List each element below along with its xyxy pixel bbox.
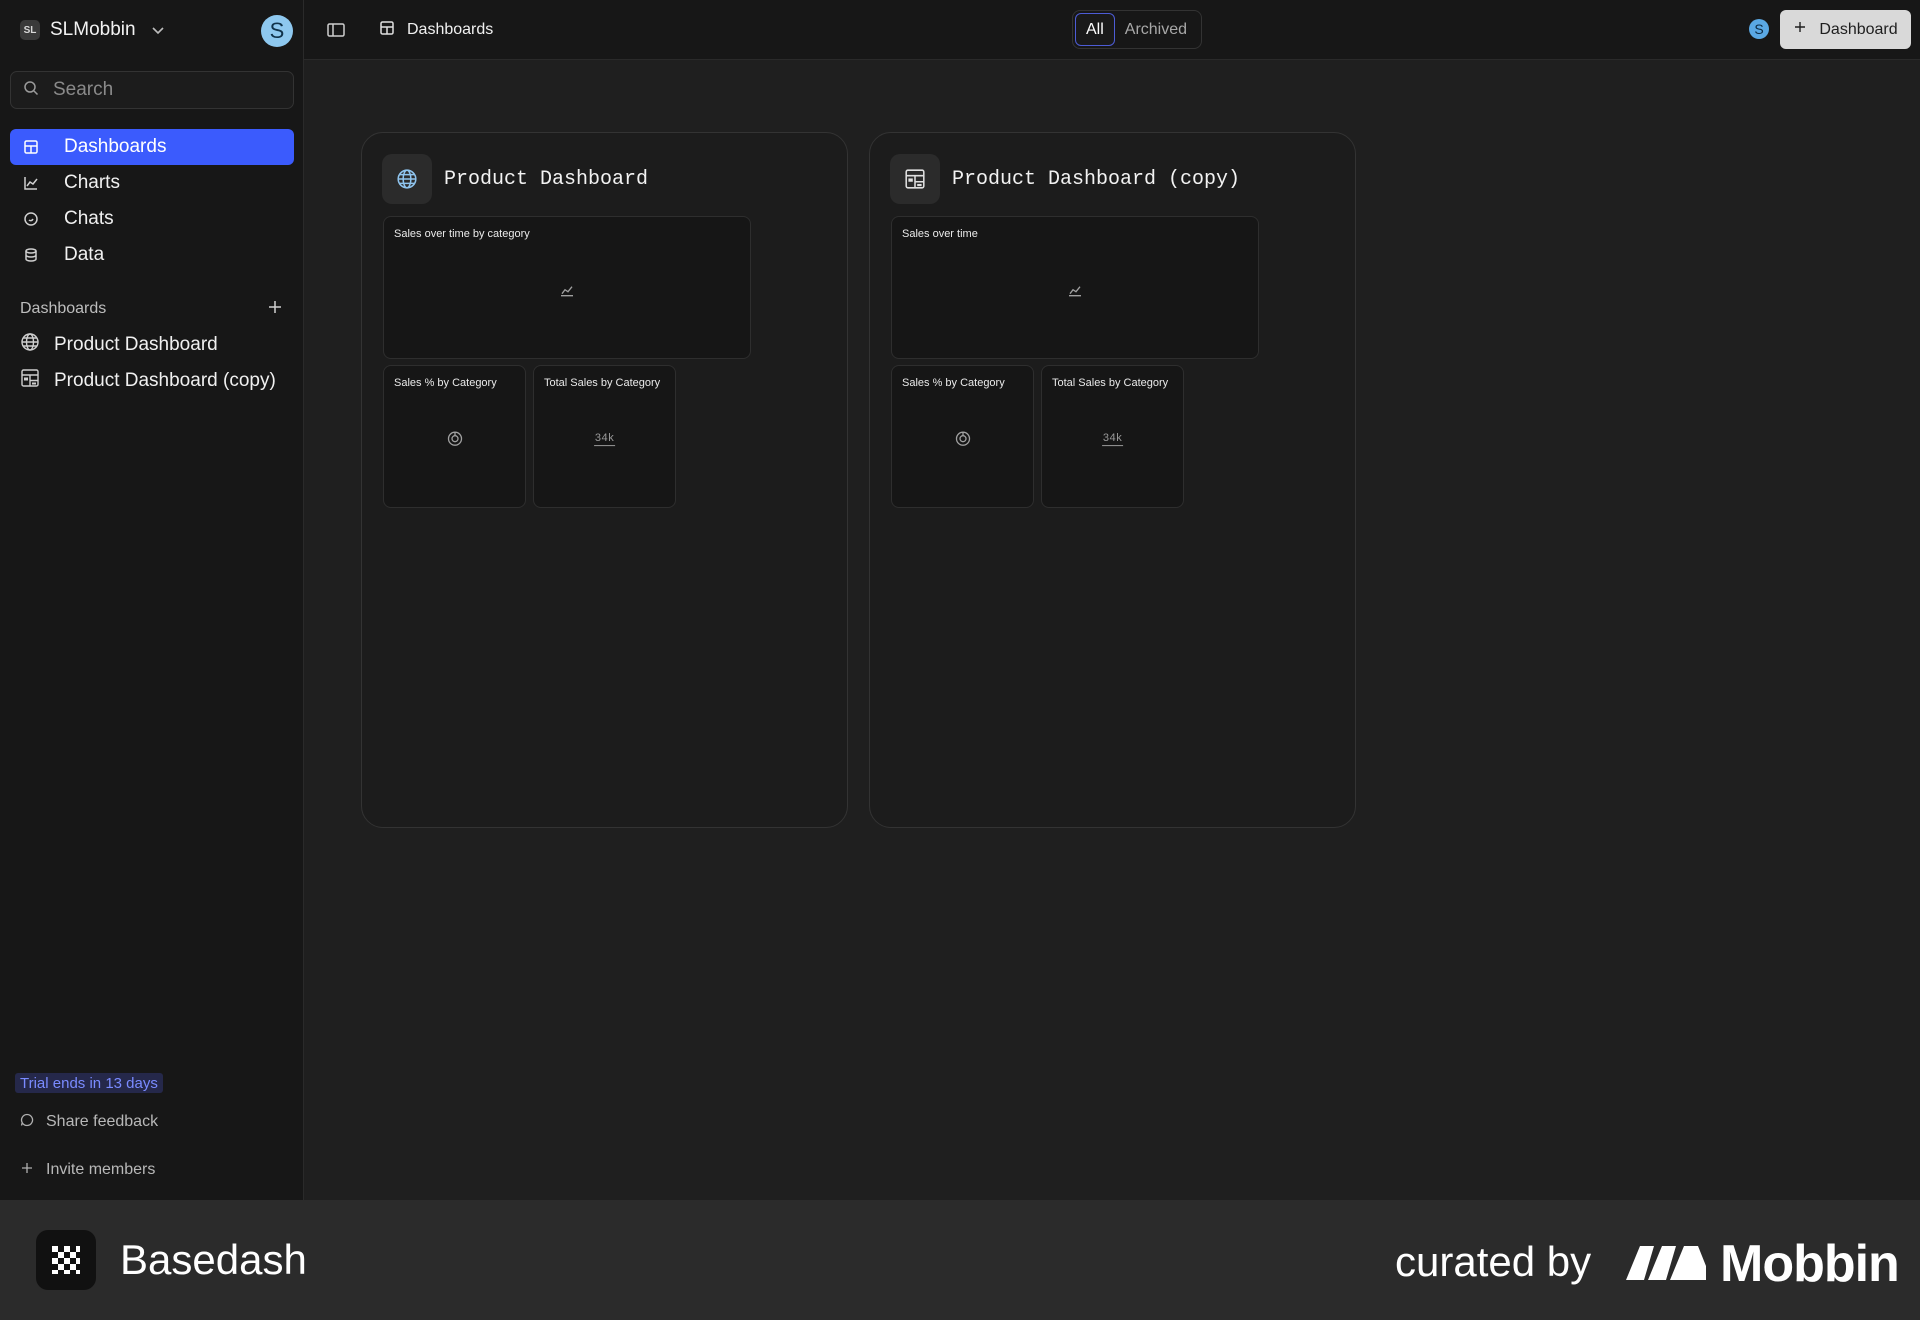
sidebar-item-product-dashboard-copy[interactable]: Product Dashboard (copy) bbox=[20, 363, 300, 399]
share-feedback-link[interactable]: Share feedback bbox=[20, 1110, 158, 1134]
nav-item-label: Charts bbox=[64, 172, 120, 193]
number-icon: 34k bbox=[1101, 432, 1124, 446]
invite-members-link[interactable]: Invite members bbox=[20, 1158, 155, 1182]
plus-icon[interactable] bbox=[268, 300, 282, 319]
chart-tile[interactable]: Sales over time bbox=[891, 216, 1259, 359]
sidebar-toggle-icon[interactable] bbox=[326, 20, 346, 40]
breadcrumb: Dashboards bbox=[379, 18, 493, 42]
nav-item-label: Chats bbox=[64, 208, 114, 229]
workspace-switcher[interactable]: SL SLMobbin bbox=[20, 16, 166, 44]
tile-title: Sales over time bbox=[902, 228, 978, 240]
workspace-name: SLMobbin bbox=[50, 19, 136, 40]
user-avatar-small[interactable]: S bbox=[1749, 19, 1769, 39]
tile-title: Total Sales by Category bbox=[544, 377, 661, 389]
database-icon bbox=[22, 246, 40, 264]
chat-icon bbox=[22, 210, 40, 228]
card-title: Product Dashboard bbox=[444, 167, 649, 191]
sidebar-item-product-dashboard[interactable]: Product Dashboard bbox=[20, 327, 300, 363]
main-nav: Dashboards Charts Chats Data bbox=[10, 129, 294, 273]
mobbin-wordmark: Mobbin bbox=[1720, 1235, 1900, 1293]
chart-tile[interactable]: Sales over time by category bbox=[383, 216, 751, 359]
search-input[interactable] bbox=[53, 79, 273, 101]
chart-tile[interactable]: Total Sales by Category 34k bbox=[1041, 365, 1184, 508]
user-avatar[interactable]: S bbox=[261, 15, 293, 47]
sidebar: SL SLMobbin S Dashboards Charts bbox=[0, 0, 304, 1200]
top-bar: Dashboards All Archived S Dashboard bbox=[304, 0, 1920, 60]
plus-icon bbox=[1793, 20, 1807, 39]
plus-icon bbox=[20, 1161, 34, 1180]
chart-tile[interactable]: Sales % by Category bbox=[891, 365, 1034, 508]
nav-item-data[interactable]: Data bbox=[10, 237, 294, 273]
donut-chart-icon bbox=[955, 430, 971, 451]
line-chart-icon bbox=[559, 281, 575, 302]
mobbin-logo: Mobbin bbox=[1626, 1234, 1900, 1294]
dashboard-icon bbox=[379, 20, 395, 41]
dashboard-icon bbox=[22, 138, 40, 156]
card-title: Product Dashboard (copy) bbox=[952, 167, 1241, 191]
workspace-badge: SL bbox=[20, 20, 40, 40]
new-dashboard-button[interactable]: Dashboard bbox=[1780, 10, 1911, 49]
nav-item-chats[interactable]: Chats bbox=[10, 201, 294, 237]
nav-item-dashboards[interactable]: Dashboards bbox=[10, 129, 294, 165]
search-box[interactable] bbox=[10, 71, 294, 109]
line-chart-icon bbox=[22, 174, 40, 192]
trial-badge[interactable]: Trial ends in 13 days bbox=[15, 1073, 163, 1093]
card-header: Product Dashboard bbox=[382, 154, 648, 204]
grid-icon bbox=[20, 368, 40, 394]
invite-members-label: Invite members bbox=[46, 1161, 156, 1178]
chevron-down-icon bbox=[150, 22, 166, 38]
search-icon bbox=[23, 80, 39, 101]
chart-tile[interactable]: Sales % by Category bbox=[383, 365, 526, 508]
tile-title: Sales % by Category bbox=[394, 377, 497, 389]
section-title: Dashboards bbox=[20, 300, 107, 317]
globe-icon bbox=[382, 154, 432, 204]
dashboard-item-label: Product Dashboard (copy) bbox=[54, 370, 276, 391]
tab-archived[interactable]: Archived bbox=[1115, 13, 1197, 46]
tab-all[interactable]: All bbox=[1075, 13, 1115, 46]
chat-bubble-icon bbox=[20, 1113, 34, 1132]
basedash-logo-icon bbox=[36, 1230, 96, 1290]
app-name: Basedash bbox=[120, 1236, 307, 1283]
number-icon: 34k bbox=[593, 432, 616, 446]
tile-title: Sales over time by category bbox=[394, 228, 530, 240]
dashboard-card[interactable]: Product Dashboard Sales over time by cat… bbox=[361, 132, 848, 828]
dashboard-list: Product Dashboard Product Dashboard (cop… bbox=[20, 327, 300, 399]
nav-item-label: Dashboards bbox=[64, 136, 167, 157]
globe-icon bbox=[20, 332, 40, 358]
dashboard-item-label: Product Dashboard bbox=[54, 334, 218, 355]
new-dashboard-label: Dashboard bbox=[1819, 20, 1898, 38]
breadcrumb-label: Dashboards bbox=[407, 21, 494, 38]
grid-icon bbox=[890, 154, 940, 204]
chart-tile[interactable]: Total Sales by Category 34k bbox=[533, 365, 676, 508]
tile-title: Sales % by Category bbox=[902, 377, 1005, 389]
brand-footer: Basedash curated by Mobbin bbox=[0, 1200, 1920, 1320]
mobbin-mark-icon bbox=[1626, 1242, 1708, 1287]
filter-segmented-control: All Archived bbox=[1072, 10, 1202, 49]
line-chart-icon bbox=[1067, 281, 1083, 302]
dashboard-card[interactable]: Product Dashboard (copy) Sales over time… bbox=[869, 132, 1356, 828]
donut-chart-icon bbox=[447, 430, 463, 451]
tile-title: Total Sales by Category bbox=[1052, 377, 1169, 389]
share-feedback-label: Share feedback bbox=[46, 1113, 159, 1130]
nav-item-charts[interactable]: Charts bbox=[10, 165, 294, 201]
nav-item-label: Data bbox=[64, 244, 105, 265]
dashboards-section-header: Dashboards bbox=[20, 298, 282, 320]
curated-by-text: curated by bbox=[1395, 1238, 1592, 1285]
card-header: Product Dashboard (copy) bbox=[890, 154, 1240, 204]
